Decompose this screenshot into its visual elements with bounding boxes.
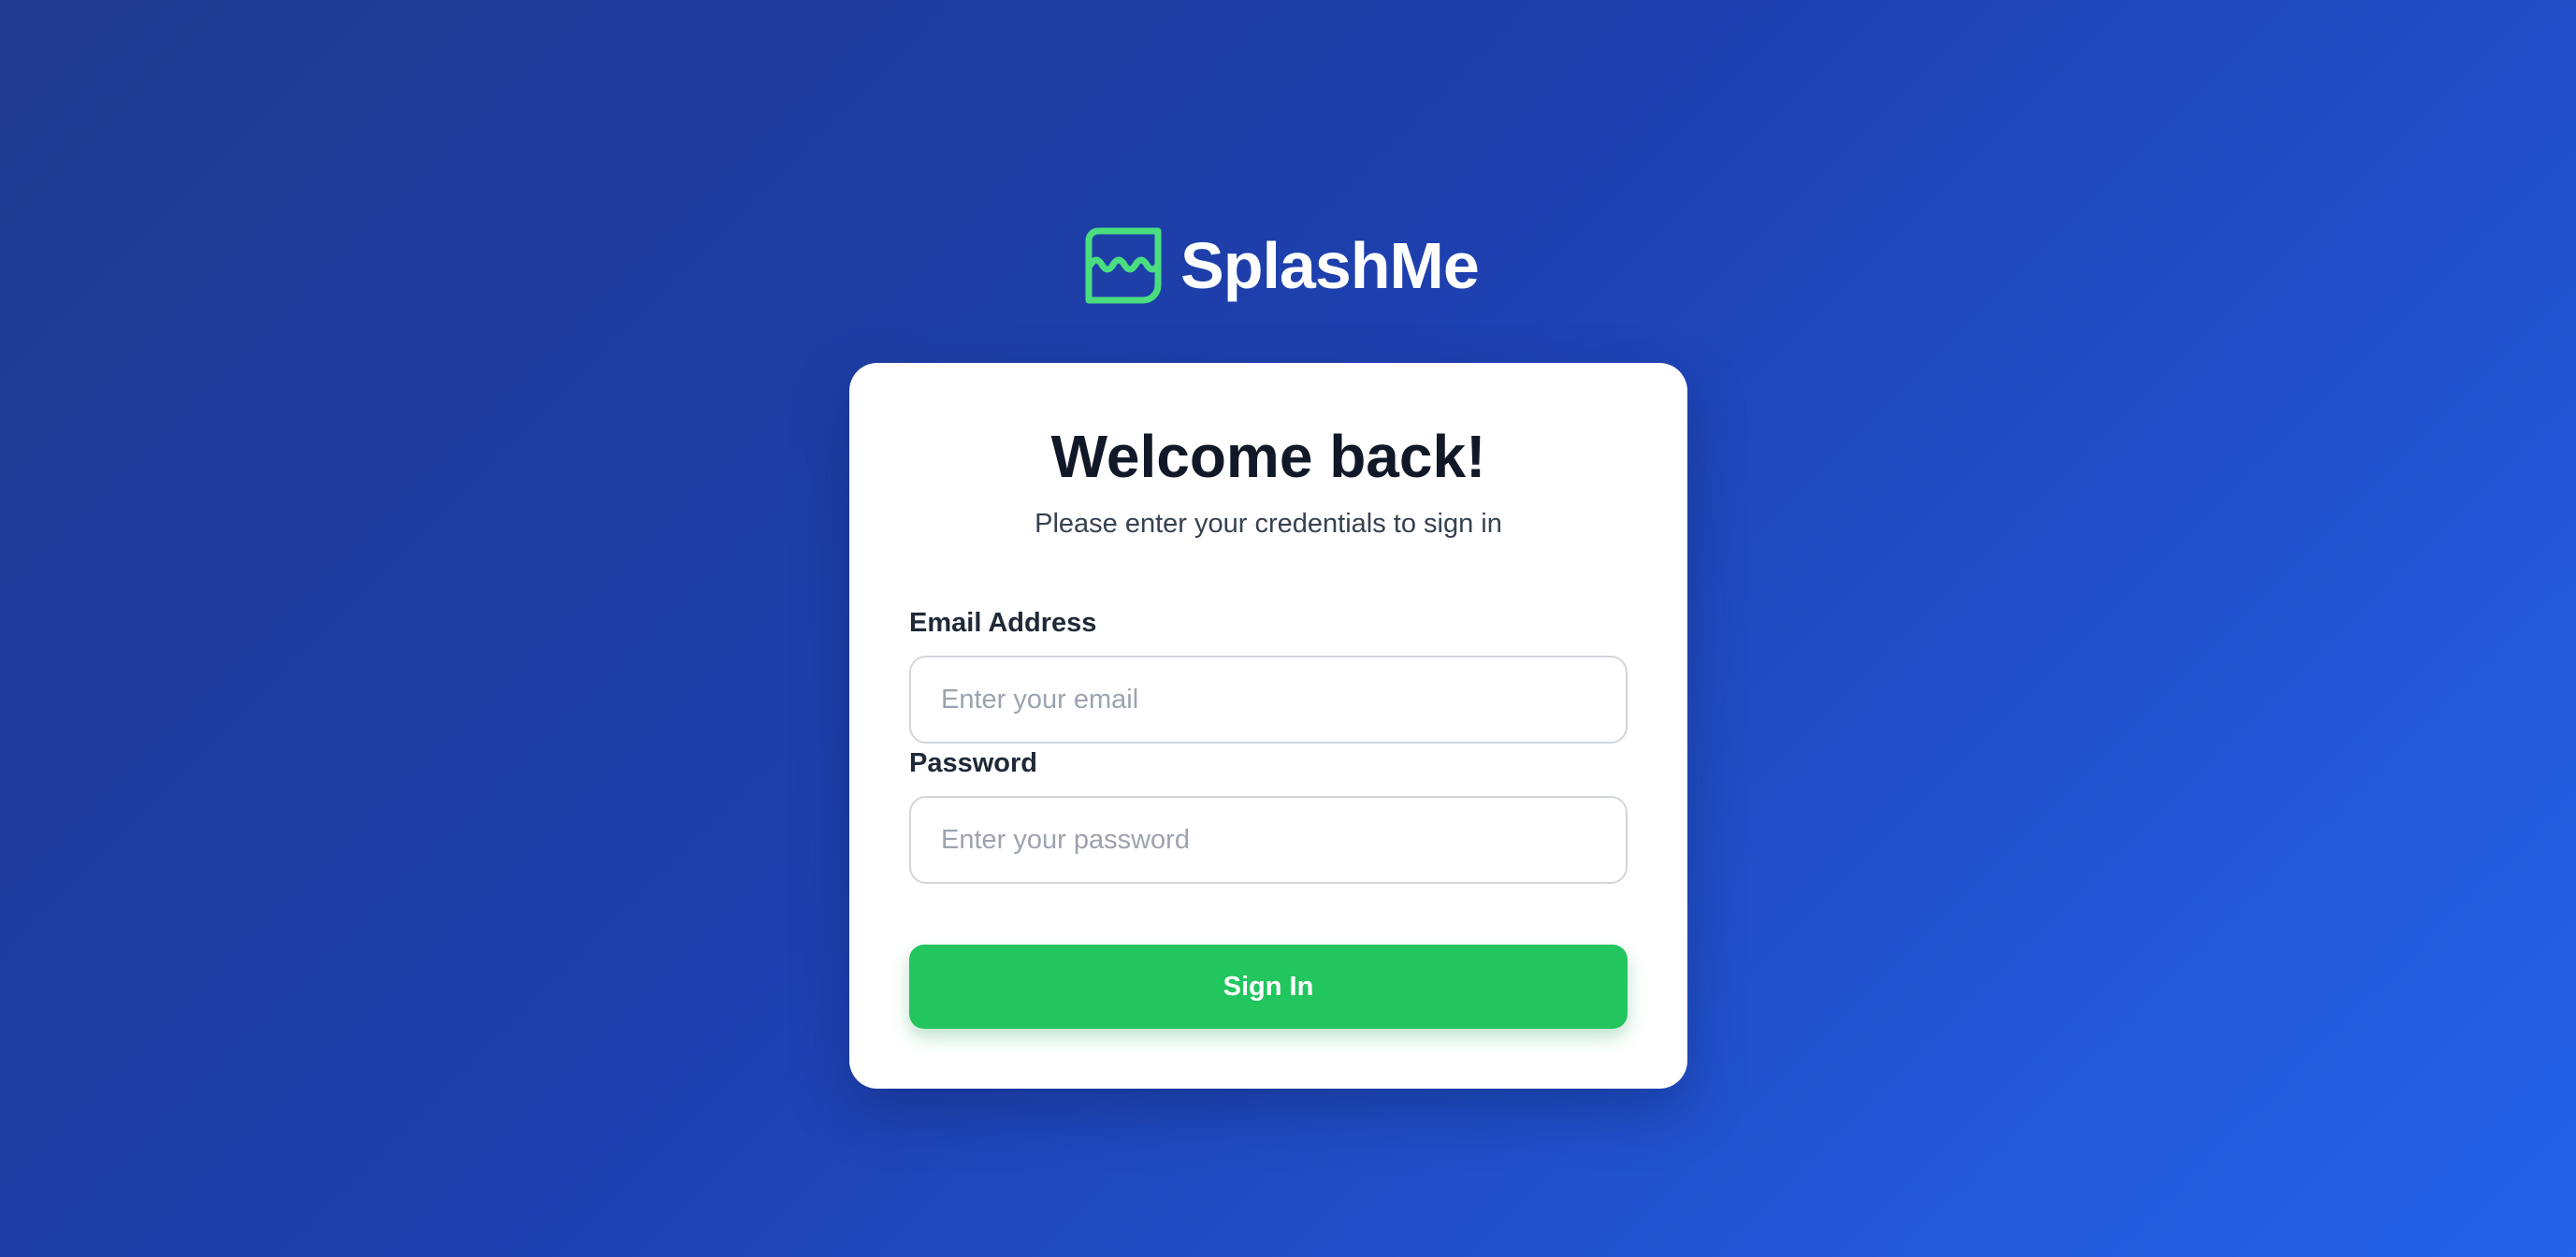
- password-label: Password: [909, 748, 1037, 778]
- sign-in-button[interactable]: Sign In: [909, 945, 1628, 1029]
- page-subtitle: Please enter your credentials to sign in: [1035, 509, 1502, 539]
- brand-name: SplashMe: [1180, 229, 1480, 302]
- page-title: Welcome back!: [1050, 423, 1486, 490]
- password-field[interactable]: [909, 796, 1628, 884]
- brand-logo: SplashMe: [1085, 227, 1480, 304]
- email-label: Email Address: [909, 608, 1097, 638]
- email-field[interactable]: [909, 656, 1628, 744]
- login-card: Welcome back! Please enter your credenti…: [849, 363, 1687, 1089]
- splash-wave-icon: [1085, 227, 1162, 304]
